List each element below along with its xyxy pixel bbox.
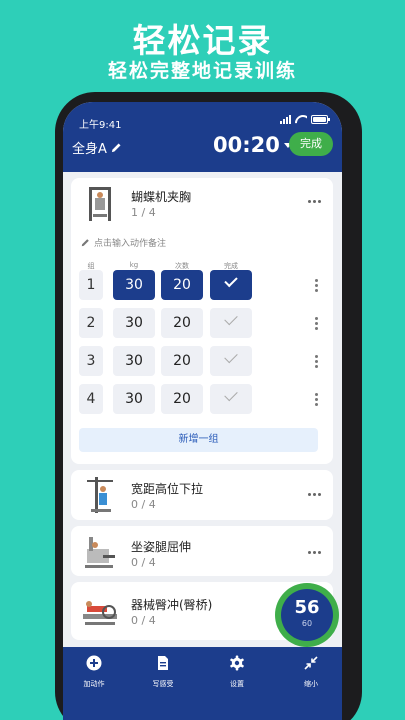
exercise-progress: 0 / 4 — [131, 614, 156, 627]
exercise-card-expanded: 蝴蝶机夹胸 1 / 4 点击输入动作备注 组 kg 次数 完成 1 30 20 … — [71, 178, 333, 464]
exercise-name: 蝴蝶机夹胸 — [131, 190, 192, 204]
note-placeholder: 点击输入动作备注 — [94, 239, 167, 249]
exercise-name: 器械臀冲(臀桥) — [131, 598, 213, 612]
settings-tab[interactable]: 设置 — [207, 655, 267, 689]
check-icon — [224, 349, 238, 364]
plus-circle-icon — [86, 655, 102, 671]
tab-label: 缩小 — [304, 680, 318, 688]
exercise-name: 坐姿腿屈伸 — [131, 540, 192, 554]
add-exercise-tab[interactable]: 加动作 — [64, 655, 124, 689]
set-options-icon[interactable] — [315, 355, 318, 368]
set-options-icon[interactable] — [315, 317, 318, 330]
pencil-icon — [111, 143, 121, 153]
plan-name-edit[interactable]: 全身A — [72, 138, 122, 157]
set-reps-input[interactable]: 20 — [161, 308, 203, 338]
plan-name: 全身A — [72, 142, 107, 157]
set-index: 3 — [79, 346, 103, 376]
exercise-progress: 0 / 4 — [131, 498, 156, 511]
rest-timer[interactable]: 56 60 — [275, 583, 339, 647]
exercise-name: 宽距高位下拉 — [131, 482, 204, 496]
add-set-button[interactable]: 新增一组 — [79, 428, 318, 452]
exercise-progress: 0 / 4 — [131, 556, 156, 569]
set-index: 4 — [79, 384, 103, 414]
more-options-icon[interactable] — [308, 551, 321, 554]
status-time: 上午9:41 — [79, 120, 122, 131]
set-reps-input[interactable]: 20 — [161, 346, 203, 376]
set-weight-input[interactable]: 30 — [113, 308, 155, 338]
rest-remaining: 56 — [294, 597, 320, 618]
set-index: 2 — [79, 308, 103, 338]
set-weight-input[interactable]: 30 — [113, 384, 155, 414]
finish-button[interactable]: 完成 — [289, 132, 333, 156]
check-icon — [224, 273, 238, 288]
set-reps-input[interactable]: 20 — [161, 384, 203, 414]
set-done-toggle[interactable] — [210, 270, 252, 300]
app-screen: 上午9:41 全身A 00:20 完成 蝴蝶机夹胸 1 / 4 点击输入动作备注 — [63, 102, 342, 720]
set-done-toggle[interactable] — [210, 346, 252, 376]
write-feeling-tab[interactable]: 写感受 — [133, 655, 193, 689]
set-done-toggle[interactable] — [210, 308, 252, 338]
shrink-arrows-icon — [303, 655, 319, 671]
exercise-thumbnail — [83, 601, 117, 625]
exercise-thumbnail — [87, 477, 113, 513]
workout-timer[interactable]: 00:20 — [213, 133, 292, 157]
set-reps-input[interactable]: 20 — [161, 270, 203, 300]
bottom-toolbar: 加动作 写感受 设置 缩小 — [63, 647, 342, 720]
exercise-card[interactable]: 宽距高位下拉 0 / 4 — [71, 470, 333, 520]
exercise-note-input[interactable]: 点击输入动作备注 — [81, 236, 166, 249]
exercise-thumbnail — [85, 537, 115, 568]
workout-header: 上午9:41 全身A 00:20 完成 — [63, 102, 342, 172]
timer-value: 00:20 — [213, 133, 280, 157]
status-icons — [280, 115, 330, 124]
battery-icon — [311, 115, 330, 124]
exercise-thumbnail — [89, 187, 111, 221]
set-weight-input[interactable]: 30 — [113, 346, 155, 376]
minimize-tab[interactable]: 缩小 — [281, 655, 341, 689]
exercise-card[interactable]: 坐姿腿屈伸 0 / 4 — [71, 526, 333, 576]
set-options-icon[interactable] — [315, 393, 318, 406]
tab-label: 加动作 — [83, 680, 105, 688]
signal-icon — [280, 115, 291, 124]
tab-label: 设置 — [230, 680, 244, 688]
check-icon — [224, 311, 238, 326]
rest-total: 60 — [301, 619, 313, 628]
promo-title: 轻松记录 — [132, 21, 273, 60]
wifi-icon — [295, 115, 307, 124]
document-icon — [155, 655, 171, 671]
more-options-icon[interactable] — [308, 200, 321, 203]
set-done-toggle[interactable] — [210, 384, 252, 414]
set-index: 1 — [79, 270, 103, 300]
more-options-icon[interactable] — [308, 493, 321, 496]
pencil-icon — [81, 239, 89, 247]
gear-icon — [229, 655, 245, 671]
column-header-weight: kg — [129, 261, 139, 269]
promo-subtitle: 轻松完整地记录训练 — [107, 60, 297, 82]
check-icon — [224, 387, 238, 402]
tab-label: 写感受 — [152, 680, 174, 688]
set-options-icon[interactable] — [315, 279, 318, 292]
exercise-progress: 1 / 4 — [131, 206, 156, 219]
set-weight-input[interactable]: 30 — [113, 270, 155, 300]
